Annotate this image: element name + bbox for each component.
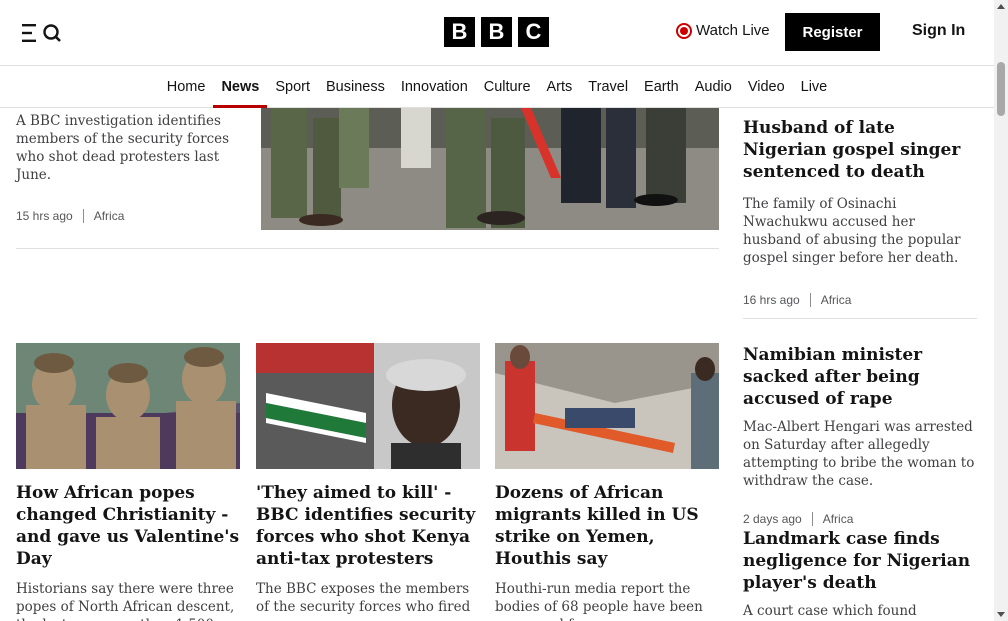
sidebar-divider [743, 318, 977, 319]
story-card[interactable]: Dozens of African migrants killed in US … [495, 343, 719, 621]
page-scrollbar[interactable] [994, 0, 1008, 621]
scroll-down-arrow-icon[interactable] [997, 612, 1005, 617]
scrollbar-thumb[interactable] [997, 62, 1005, 116]
logo-letter-2: B [481, 17, 512, 47]
scroll-up-arrow-icon[interactable] [997, 4, 1005, 9]
nav-item-news[interactable]: News [213, 66, 268, 108]
lead-photo [261, 108, 719, 230]
sidebar-section[interactable]: Africa [823, 512, 854, 526]
meta-separator [809, 293, 811, 307]
sidebar-summary: A court case which found [743, 603, 917, 619]
sidebar-section[interactable]: Africa [821, 293, 852, 307]
story-headline[interactable]: How African popes changed Christianity -… [16, 482, 240, 570]
sidebar-summary: The family of Osinachi Nwachukwu accused… [743, 196, 961, 266]
lead-meta: 15 hrs ago Africa [16, 209, 124, 223]
popes-illustration [16, 343, 240, 469]
nav-item-arts[interactable]: Arts [539, 66, 581, 107]
meta-separator [811, 512, 813, 526]
story-summary: Houthi-run media report the bodies of 68… [495, 581, 703, 621]
story-summary: The BBC exposes the members of the secur… [256, 581, 471, 615]
nav-item-earth[interactable]: Earth [636, 66, 687, 107]
lead-section[interactable]: Africa [94, 209, 125, 223]
nav-item-sport[interactable]: Sport [267, 66, 318, 107]
sidebar-headline[interactable]: Namibian minister sacked after being acc… [743, 344, 977, 410]
watch-live-link[interactable]: Watch Live [676, 22, 770, 39]
story-image[interactable] [16, 343, 240, 469]
sidebar-story[interactable]: Namibian minister sacked after being acc… [743, 344, 977, 526]
logo-letter-1: B [444, 17, 475, 47]
story-card[interactable]: 'They aimed to kill' - BBC identifies se… [256, 343, 480, 616]
story-image[interactable] [256, 343, 480, 469]
lead-summary[interactable]: A BBC investigation identifies members o… [16, 112, 241, 184]
story-headline[interactable]: 'They aimed to kill' - BBC identifies se… [256, 482, 480, 570]
sidebar-time: 16 hrs ago [743, 293, 800, 307]
story-summary: Historians say there were three popes of… [16, 581, 235, 621]
register-button[interactable]: Register [785, 13, 880, 51]
section-divider [16, 248, 719, 249]
nav-item-home[interactable]: Home [159, 66, 214, 107]
sidebar-meta: 16 hrs ago Africa [743, 293, 977, 307]
sidebar-meta: 2 days ago Africa [743, 512, 977, 526]
sidebar-headline[interactable]: Landmark case finds negligence for Niger… [743, 528, 977, 594]
story-card[interactable]: How African popes changed Christianity -… [16, 343, 240, 621]
sidebar-time: 2 days ago [743, 512, 802, 526]
meta-separator [82, 209, 84, 223]
menu-search-button[interactable] [22, 22, 62, 44]
kenya-protest-photo [256, 343, 480, 469]
lead-time: 15 hrs ago [16, 209, 73, 223]
nav-item-audio[interactable]: Audio [687, 66, 740, 107]
sidebar-summary: Mac-Albert Hengari was arrested on Satur… [743, 419, 975, 489]
sidebar-story[interactable]: Landmark case finds negligence for Niger… [743, 528, 977, 620]
sidebar-story[interactable]: Husband of late Nigerian gospel singer s… [743, 117, 977, 307]
live-icon [676, 22, 692, 39]
nav-item-culture[interactable]: Culture [476, 66, 539, 107]
nav-item-business[interactable]: Business [318, 66, 393, 107]
main-content: A BBC investigation identifies members o… [0, 108, 994, 621]
story-headline[interactable]: Dozens of African migrants killed in US … [495, 482, 719, 570]
sidebar-headline[interactable]: Husband of late Nigerian gospel singer s… [743, 117, 977, 183]
sign-in-link[interactable]: Sign In [912, 22, 965, 40]
nav-item-travel[interactable]: Travel [580, 66, 636, 107]
main-nav: Home News Sport Business Innovation Cult… [0, 66, 994, 108]
yemen-strike-photo [495, 343, 719, 469]
logo-letter-3: C [518, 17, 549, 47]
lead-image[interactable] [261, 108, 719, 230]
menu-search-icon [22, 24, 61, 42]
nav-item-innovation[interactable]: Innovation [393, 66, 476, 107]
nav-item-video[interactable]: Video [740, 66, 793, 107]
story-image[interactable] [495, 343, 719, 469]
nav-item-live[interactable]: Live [793, 66, 836, 107]
bbc-logo[interactable]: B B C [444, 17, 549, 47]
watch-live-label: Watch Live [696, 22, 770, 39]
site-header: B B C Watch Live Register Sign In [0, 0, 994, 66]
